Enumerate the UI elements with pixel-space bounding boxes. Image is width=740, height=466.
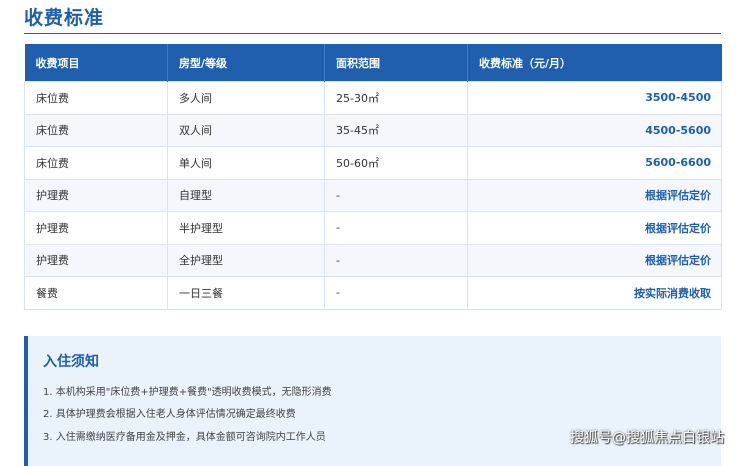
title-divider [24, 33, 721, 34]
cell-fee-item: 床位费 [24, 81, 168, 115]
cell-fee-item: 护理费 [24, 243, 168, 277]
cell-room-level: 自理型 [167, 178, 325, 212]
table-row: 护理费 自理型 - 根据评估定价 [24, 178, 722, 212]
cell-area-range: - [324, 243, 468, 277]
cell-fee-item: 床位费 [24, 146, 168, 180]
cell-fee-standard: 5600-6600 [467, 146, 722, 180]
cell-room-level: 半护理型 [167, 211, 325, 245]
table-row: 床位费 单人间 50-60㎡ 5600-6600 [24, 146, 722, 180]
header-room-level: 房型/等级 [167, 44, 325, 82]
cell-room-level: 一日三餐 [167, 276, 325, 310]
cell-room-level: 单人间 [167, 146, 325, 180]
table-row: 护理费 全护理型 - 根据评估定价 [24, 243, 722, 277]
cell-area-range: - [324, 276, 468, 310]
cell-fee-standard: 按实际消费收取 [467, 276, 722, 310]
cell-room-level: 双人间 [167, 113, 325, 147]
cell-fee-item: 餐费 [24, 276, 168, 310]
cell-fee-standard: 根据评估定价 [467, 211, 722, 245]
page-title: 收费标准 [24, 7, 105, 29]
header-fee-item: 收费项目 [24, 44, 168, 82]
cell-area-range: - [324, 178, 468, 212]
cell-fee-standard: 4500-5600 [467, 113, 722, 147]
cell-fee-item: 护理费 [24, 178, 168, 212]
notice-item: 3. 入住需缴纳医疗备用金及押金，具体金额可咨询院内工作人员 [43, 432, 326, 443]
table-row: 床位费 双人间 35-45㎡ 4500-5600 [24, 113, 722, 147]
notice-item: 1. 本机构采用"床位费+护理费+餐费"透明收费模式，无隐形消费 [43, 387, 332, 398]
cell-area-range: 50-60㎡ [324, 146, 468, 180]
watermark: 搜狐号@搜狐焦点白银站 [570, 430, 724, 446]
table-header-row: 收费项目 房型/等级 面积范围 收费标准（元/月） [24, 44, 722, 82]
cell-fee-standard: 根据评估定价 [467, 178, 722, 212]
cell-fee-standard: 3500-4500 [467, 81, 722, 115]
cell-room-level: 全护理型 [167, 243, 325, 277]
cell-fee-item: 护理费 [24, 211, 168, 245]
header-area-range: 面积范围 [324, 44, 468, 82]
notice-title: 入住须知 [43, 354, 99, 370]
header-fee-standard: 收费标准（元/月） [467, 44, 722, 82]
cell-area-range: - [324, 211, 468, 245]
table-row: 餐费 一日三餐 - 按实际消费收取 [24, 276, 722, 310]
notice-item: 2. 具体护理费会根据入住老人身体评估情况确定最终收费 [43, 409, 296, 420]
table-row: 护理费 半护理型 - 根据评估定价 [24, 211, 722, 245]
cell-fee-item: 床位费 [24, 113, 168, 147]
cell-area-range: 25-30㎡ [324, 81, 468, 115]
cell-room-level: 多人间 [167, 81, 325, 115]
table-row: 床位费 多人间 25-30㎡ 3500-4500 [24, 81, 722, 115]
fee-table: 收费项目 房型/等级 面积范围 收费标准（元/月） 床位费 多人间 25-30㎡… [24, 44, 722, 310]
cell-area-range: 35-45㎡ [324, 113, 468, 147]
cell-fee-standard: 根据评估定价 [467, 243, 722, 277]
